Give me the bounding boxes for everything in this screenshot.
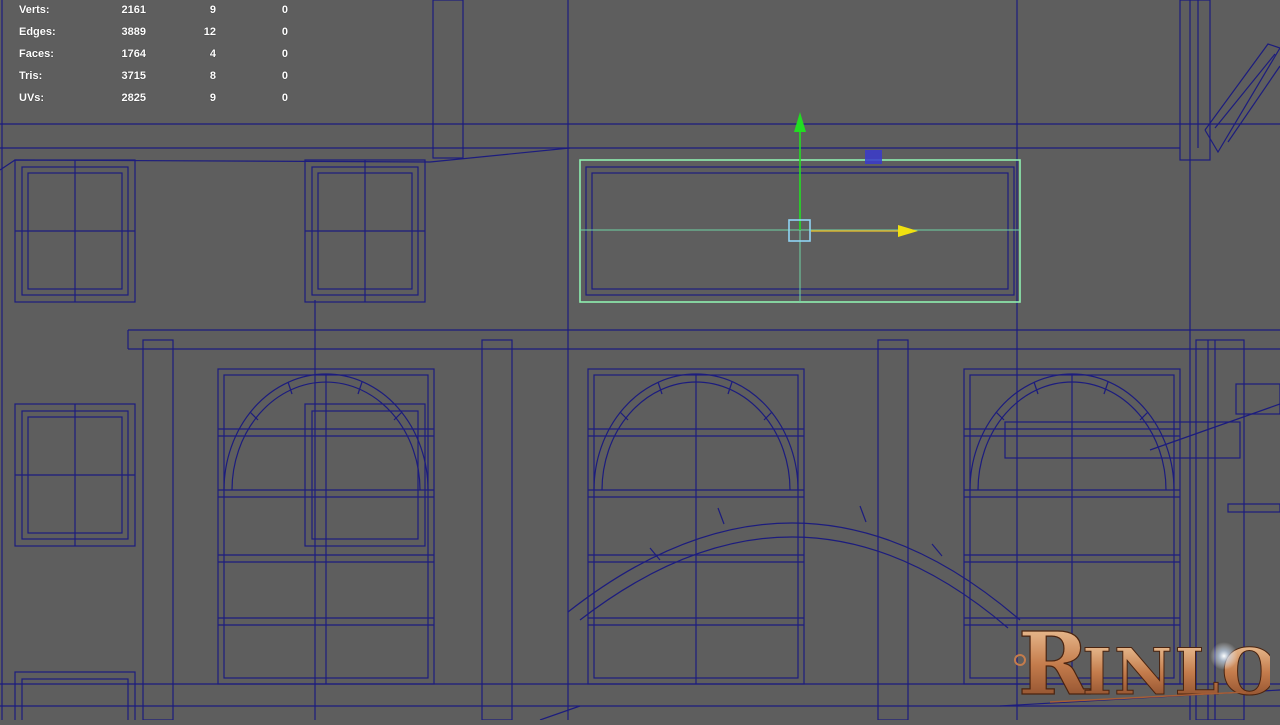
move-manipulator[interactable]	[788, 112, 918, 242]
hud-extra-value: 0	[281, 48, 288, 60]
hud-label: Edges:	[19, 26, 56, 38]
hud-selected-value: 8	[209, 70, 216, 82]
lens-flare-icon	[1210, 642, 1238, 670]
hud-label: Faces:	[19, 48, 54, 60]
poly-count-hud: Verts: 2161 9 0 Edges: 3889 12 0 Faces: 1764 4 0 Tri…	[0, 0, 300, 110]
hud-extra-value: 0	[281, 26, 288, 38]
hud-extra-value: 0	[281, 70, 288, 82]
hud-total-value: 1764	[121, 48, 146, 60]
hud-row-verts: Verts: 2161 9 0	[0, 4, 300, 18]
hud-total-value: 3715	[121, 70, 146, 82]
hud-total-value: 2825	[121, 92, 146, 104]
svg-text:INLO: INLO	[1082, 635, 1270, 708]
hud-selected-value: 12	[203, 26, 216, 38]
svg-text:R: R	[1018, 614, 1090, 708]
hud-selected-value: 9	[209, 92, 216, 104]
arched-window-left	[217, 368, 435, 685]
hud-selected-value: 4	[209, 48, 216, 60]
hud-total-value: 2161	[121, 4, 146, 16]
hud-selected-value: 9	[209, 4, 216, 16]
hud-label: UVs:	[19, 92, 45, 104]
hud-row-faces: Faces: 1764 4 0	[0, 48, 300, 62]
y-axis-arrow-icon[interactable]	[794, 112, 806, 132]
hud-label: Verts:	[19, 4, 50, 16]
hud-extra-value: 0	[281, 92, 288, 104]
rinlo-logo-watermark: R INLO	[1014, 613, 1270, 708]
hud-extra-value: 0	[281, 4, 288, 16]
hud-total-value: 3889	[121, 26, 146, 38]
hud-row-uvs: UVs: 2825 9 0	[0, 92, 300, 106]
hud-row-edges: Edges: 3889 12 0	[0, 26, 300, 40]
hud-row-tris: Tris: 3715 8 0	[0, 70, 300, 84]
hud-label: Tris:	[19, 70, 43, 82]
x-axis-arrow-icon[interactable]	[898, 225, 918, 237]
arched-window-center	[587, 368, 805, 685]
plane-handle-icon[interactable]	[865, 150, 882, 164]
